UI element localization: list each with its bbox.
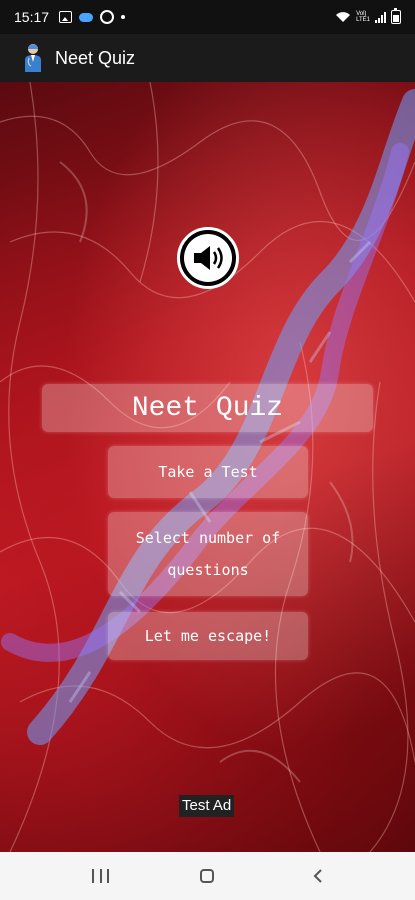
cloud-icon	[79, 12, 94, 22]
gallery-icon	[59, 11, 73, 23]
escape-button[interactable]: Let me escape!	[108, 612, 308, 660]
status-bar: 15:17 Vol) LTE1	[0, 0, 415, 34]
main-screen: Neet Quiz Take a Test Select number of q…	[0, 82, 415, 852]
recents-icon[interactable]	[92, 869, 109, 883]
status-time: 15:17	[14, 9, 50, 25]
more-notifications-icon	[121, 15, 126, 19]
wifi-icon	[336, 12, 351, 22]
speaker-icon	[194, 246, 223, 270]
test-ad-banner[interactable]: Test Ad	[179, 795, 235, 817]
select-questions-button[interactable]: Select number of questions	[108, 512, 308, 596]
sound-toggle-button[interactable]	[177, 227, 239, 289]
network-type-label: Vol) LTE1	[356, 11, 370, 23]
sync-icon	[100, 10, 115, 24]
app-title: Neet Quiz	[55, 47, 136, 68]
notification-icons	[59, 10, 126, 24]
navigation-bar	[0, 852, 415, 900]
home-icon[interactable]	[200, 869, 214, 883]
signal-icon	[375, 11, 386, 23]
doctor-avatar-icon	[25, 44, 41, 72]
system-icons: Vol) LTE1	[335, 8, 401, 24]
app-bar: Neet Quiz	[0, 34, 415, 82]
back-icon[interactable]	[312, 869, 324, 883]
quiz-heading: Neet Quiz	[42, 384, 373, 432]
battery-icon	[391, 8, 401, 24]
network-label-bottom: LTE1	[356, 17, 370, 23]
take-test-button[interactable]: Take a Test	[108, 446, 308, 498]
